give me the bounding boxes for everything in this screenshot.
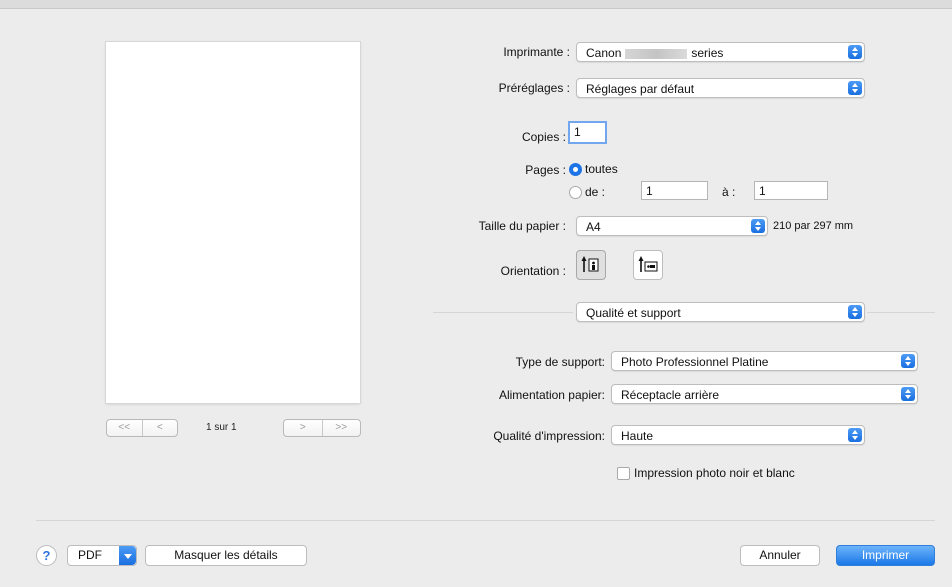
first-page-button[interactable]: << <box>107 420 142 436</box>
pages-from-value: 1 <box>646 184 653 198</box>
paper-size-value: A4 <box>586 220 601 234</box>
section-popup-value: Qualité et support <box>586 306 681 320</box>
hide-details-button[interactable]: Masquer les détails <box>145 545 307 566</box>
next-page-button[interactable]: > <box>284 420 322 436</box>
section-popup[interactable]: Qualité et support <box>576 302 865 322</box>
printer-name-prefix: Canon <box>586 46 622 60</box>
page-preview <box>106 42 360 403</box>
presets-value: Réglages par défaut <box>586 82 695 96</box>
copies-field[interactable]: 1 <box>568 121 607 144</box>
grayscale-checkbox[interactable] <box>617 467 630 480</box>
paper-size-popup[interactable]: A4 <box>576 216 768 236</box>
chevron-updown-icon <box>848 305 862 319</box>
print-quality-label: Qualité d'impression: <box>493 429 605 443</box>
prev-page-button[interactable]: < <box>141 420 178 436</box>
preview-back-nav[interactable]: << < <box>106 419 178 437</box>
presets-label: Préréglages : <box>498 81 570 95</box>
paper-source-label: Alimentation papier: <box>498 388 605 402</box>
footer-divider <box>36 520 935 521</box>
paper-dimensions: 210 par 297 mm <box>773 220 854 232</box>
printer-label: Imprimante : <box>503 45 570 59</box>
chevron-updown-icon <box>751 219 765 233</box>
preview-forward-nav[interactable]: > >> <box>283 419 361 437</box>
chevron-updown-icon <box>901 354 915 368</box>
pages-from-label: de : <box>585 185 606 199</box>
pages-from-field[interactable]: 1 <box>641 181 708 200</box>
chevron-updown-icon <box>848 428 862 442</box>
pages-all-label: toutes <box>585 162 618 176</box>
pdf-label: PDF <box>78 548 102 562</box>
paper-source-value: Réceptacle arrière <box>621 388 720 402</box>
printer-popup[interactable]: Canon series <box>576 42 865 62</box>
section-divider-right <box>867 312 935 313</box>
media-type-popup[interactable]: Photo Professionnel Platine <box>611 351 918 371</box>
paper-source-popup[interactable]: Réceptacle arrière <box>611 384 918 404</box>
copies-label: Copies : <box>521 130 566 144</box>
media-type-label: Type de support: <box>515 355 605 369</box>
portrait-icon <box>581 256 599 272</box>
print-quality-value: Haute <box>621 429 654 443</box>
chevron-updown-icon <box>848 45 862 59</box>
copies-value: 1 <box>574 125 581 139</box>
print-quality-popup[interactable]: Haute <box>611 425 865 445</box>
landscape-icon <box>638 256 658 272</box>
section-divider-left <box>433 312 573 313</box>
orientation-landscape-button[interactable] <box>633 250 663 280</box>
grayscale-label: Impression photo noir et blanc <box>634 466 795 480</box>
redacted-model <box>625 48 688 59</box>
pages-to-value: 1 <box>759 184 766 198</box>
print-button[interactable]: Imprimer <box>836 545 935 566</box>
printer-name-suffix: series <box>691 46 724 60</box>
media-type-value: Photo Professionnel Platine <box>621 355 769 369</box>
orientation-label: Orientation : <box>500 264 566 278</box>
last-page-button[interactable]: >> <box>321 420 361 436</box>
cancel-button[interactable]: Annuler <box>740 545 820 566</box>
chevron-updown-icon <box>848 81 862 95</box>
page-count: 1 sur 1 <box>206 422 237 433</box>
pages-range-radio[interactable] <box>569 186 582 199</box>
window-top-border <box>0 0 952 9</box>
presets-popup[interactable]: Réglages par défaut <box>576 78 865 98</box>
pages-to-field[interactable]: 1 <box>754 181 828 200</box>
orientation-portrait-button[interactable] <box>576 250 606 280</box>
paper-size-label: Taille du papier : <box>478 219 566 233</box>
pages-label: Pages : <box>525 163 566 177</box>
pages-all-radio[interactable] <box>569 163 582 176</box>
chevron-updown-icon <box>901 387 915 401</box>
help-button[interactable]: ? <box>36 545 57 566</box>
pages-to-label: à : <box>722 185 736 199</box>
pdf-dropdown-icon[interactable] <box>119 546 136 565</box>
